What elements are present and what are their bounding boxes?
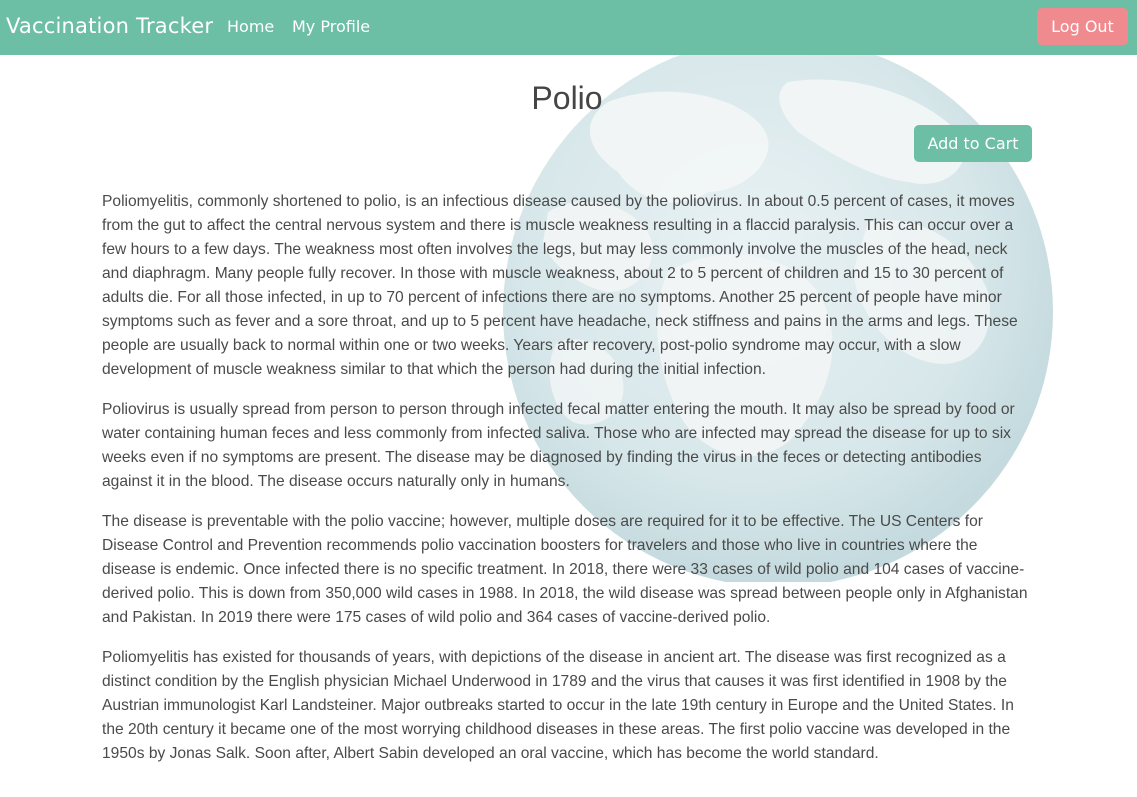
description-paragraph: Poliomyelitis has existed for thousands … [102, 649, 1014, 762]
description-paragraph: Poliomyelitis, commonly shortened to pol… [102, 193, 1018, 378]
nav-link-home[interactable]: Home [227, 17, 274, 36]
add-to-cart-button[interactable]: Add to Cart [914, 125, 1032, 162]
description-paragraph: Poliovirus is usually spread from person… [102, 401, 1015, 490]
description: Poliomyelitis, commonly shortened to pol… [102, 190, 1032, 766]
logout-button[interactable]: Log Out [1037, 8, 1128, 45]
nav-link-my-profile[interactable]: My Profile [292, 17, 370, 36]
page-title: Polio [531, 80, 603, 116]
brand-link[interactable]: Vaccination Tracker [6, 14, 213, 38]
description-paragraph: The disease is preventable with the poli… [102, 513, 1028, 626]
top-navbar: Vaccination Tracker Home My Profile Log … [0, 0, 1137, 55]
cart-row: Add to Cart [102, 117, 1032, 167]
main-content: Polio Add to Cart Poliomyelitis, commonl… [102, 55, 1032, 782]
